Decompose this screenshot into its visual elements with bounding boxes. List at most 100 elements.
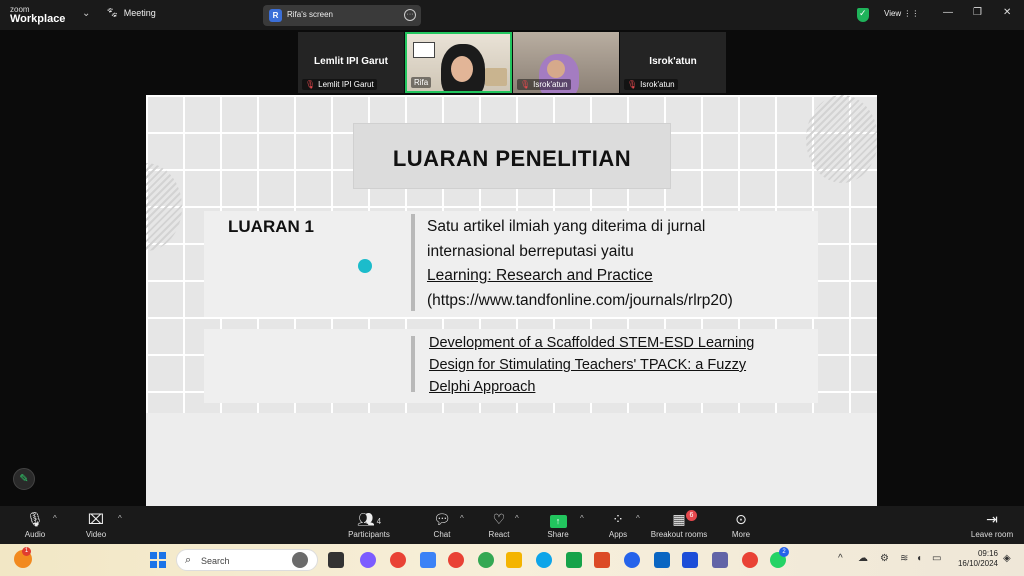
journal-name-link[interactable]: Learning: Research and Practice (427, 264, 827, 289)
more-button[interactable]: ⊙ More (711, 510, 771, 539)
view-button[interactable]: View ⋮⋮ (884, 9, 919, 18)
breakout-badge: 6 (686, 510, 697, 521)
clock-time: 09:16 (977, 549, 998, 558)
mouse-cursor-icon: → (616, 220, 627, 232)
share-label: Share (547, 530, 569, 539)
participants-button[interactable]: 👥︎ 4 Participants (340, 510, 398, 539)
whatsapp-icon[interactable]: 2 (770, 547, 789, 568)
people-avatars-icon[interactable] (292, 552, 308, 568)
laser-pointer-dot (358, 259, 372, 273)
chat-label: Chat (433, 530, 451, 539)
paper-title-link[interactable]: Development of a Scaffolded STEM-ESD Lea… (429, 332, 809, 398)
screen-share-indicator[interactable]: R Rifa's screen ··· (263, 5, 421, 26)
participant-face (547, 60, 565, 78)
apps-label: Apps (608, 530, 628, 539)
breakout-rooms-button[interactable]: ▦ 6 Breakout rooms (648, 510, 710, 539)
chat-button[interactable]: 💬︎ Chat ^ (412, 510, 472, 539)
search-icon: ⌕ (185, 554, 192, 566)
security-shield-icon[interactable] (857, 8, 869, 22)
share-button[interactable]: ↑ Share ^ (528, 510, 588, 539)
wifi-icon[interactable]: ≋ (900, 553, 908, 564)
file-explorer-icon[interactable] (506, 552, 522, 568)
participant-face (451, 56, 473, 82)
task-view-icon[interactable] (328, 552, 344, 568)
participant-name-tag: 🎙︎ Isrok'atun (624, 79, 678, 90)
minimize-icon[interactable]: — (943, 7, 953, 18)
onedrive-icon[interactable]: ☁︎ (858, 553, 868, 564)
participant-tile[interactable]: Isrok'atun 🎙︎ Isrok'atun (620, 32, 726, 93)
chevron-up-icon[interactable]: ^ (460, 514, 464, 523)
zoom-icon[interactable] (624, 552, 640, 568)
chevron-up-icon[interactable]: ^ (53, 514, 57, 523)
whatsapp-badge: 2 (779, 547, 789, 557)
teams-icon[interactable] (712, 552, 728, 568)
word-icon[interactable] (682, 552, 698, 568)
windows-start-icon[interactable] (150, 552, 166, 568)
annotate-pen-icon[interactable]: ✎ (13, 468, 35, 490)
leave-icon: ⇥ (986, 511, 998, 527)
participant-tile-active-speaker[interactable]: Rifa (405, 32, 512, 93)
apps-button[interactable]: ⁘ Apps ^ (588, 510, 648, 539)
mail-icon[interactable] (654, 552, 670, 568)
video-label: Video (85, 530, 107, 539)
volume-icon[interactable]: ◖ (916, 553, 922, 564)
paper-title-line: Development of a Scaffolded STEM-ESD Lea… (429, 335, 755, 351)
leave-label: Leave room (970, 530, 1014, 539)
participants-count: 4 (376, 517, 382, 526)
heart-icon: ♡ (492, 511, 506, 527)
participants-label: Participants (348, 530, 390, 539)
description-line: internasional berreputasi yaitu (427, 242, 634, 260)
chevron-down-icon[interactable]: ⌄ (82, 8, 90, 19)
powerpoint-icon[interactable] (594, 552, 610, 568)
notification-bell-icon[interactable]: ◈ (1003, 553, 1011, 564)
participant-name-tag: 🎙︎ Isrok'atun (517, 79, 571, 90)
excel-icon[interactable] (566, 552, 582, 568)
meeting-toolbar: 🎙︎ Audio ^ ⌧ Video ^ 👥︎ 4 Participants 💬︎… (0, 506, 1024, 544)
chrome-icon[interactable] (448, 552, 464, 568)
logo-line2: Workplace (10, 13, 66, 25)
chevron-up-icon[interactable]: ^ (636, 514, 640, 523)
close-icon[interactable]: ✕ (1003, 7, 1011, 18)
mic-muted-icon: 🎙︎ (305, 80, 316, 89)
chevron-up-icon[interactable]: ^ (515, 514, 519, 523)
react-button[interactable]: ♡ React ^ (469, 510, 529, 539)
chevron-up-icon[interactable]: ^ (838, 553, 843, 564)
video-button[interactable]: ⌧ Video ^ (66, 510, 126, 539)
slide-title: LUARAN PENELITIAN (392, 146, 632, 171)
restore-icon[interactable]: ❐ (973, 7, 982, 18)
meeting-menu[interactable]: 🐾︎ Meeting (106, 8, 156, 19)
chevron-up-icon[interactable]: ^ (118, 514, 122, 523)
participant-display-name: Lemlit IPI Garut (314, 56, 388, 67)
sharer-avatar: R (269, 9, 282, 22)
copilot-icon[interactable] (360, 552, 376, 568)
taskbar-clock[interactable]: 09:16 16/10/2024 (946, 549, 998, 569)
decorative-striped-circle (806, 95, 877, 183)
app-window-icon[interactable] (420, 552, 436, 568)
weather-widget-icon[interactable]: 1 (14, 547, 32, 568)
search-placeholder: Search (201, 556, 230, 566)
participant-tile[interactable]: 🎙︎ Isrok'atun (513, 32, 619, 93)
leave-room-button[interactable]: ⇥ Leave room (962, 510, 1022, 539)
background-object (485, 68, 507, 86)
chrome-icon[interactable] (742, 552, 758, 568)
settings-icon[interactable]: ⚙︎ (880, 553, 889, 564)
zoom-logo: zoom Workplace (10, 5, 66, 25)
participant-tile[interactable]: Lemlit IPI Garut 🎙︎ Lemlit IPI Garut (298, 32, 404, 93)
audio-button[interactable]: 🎙︎ Audio ^ (5, 510, 65, 539)
zoom-window: zoom Workplace ⌄ 🐾︎ Meeting R Rifa's scre… (0, 0, 1024, 576)
participant-name-tag: 🎙︎ Lemlit IPI Garut (302, 79, 377, 90)
battery-icon[interactable]: ▭ (932, 553, 941, 564)
edge-icon[interactable] (536, 552, 552, 568)
chrome-icon[interactable] (390, 552, 406, 568)
journal-url: (https://www.tandfonline.com/journals/rl… (427, 291, 733, 309)
react-label: React (488, 530, 510, 539)
paper-title-line: Design for Stimulating Teachers' TPACK: … (429, 357, 747, 373)
participant-strip: Lemlit IPI Garut 🎙︎ Lemlit IPI Garut Rifa… (298, 32, 726, 93)
paw-icon: 🐾︎ (106, 8, 119, 19)
chrome-icon[interactable] (478, 552, 494, 568)
more-label: More (731, 530, 751, 539)
background-frame (413, 42, 435, 58)
video-off-icon: ⌧ (87, 511, 105, 527)
chevron-up-icon[interactable]: ^ (580, 514, 584, 523)
more-options-icon[interactable]: ··· (404, 9, 416, 21)
